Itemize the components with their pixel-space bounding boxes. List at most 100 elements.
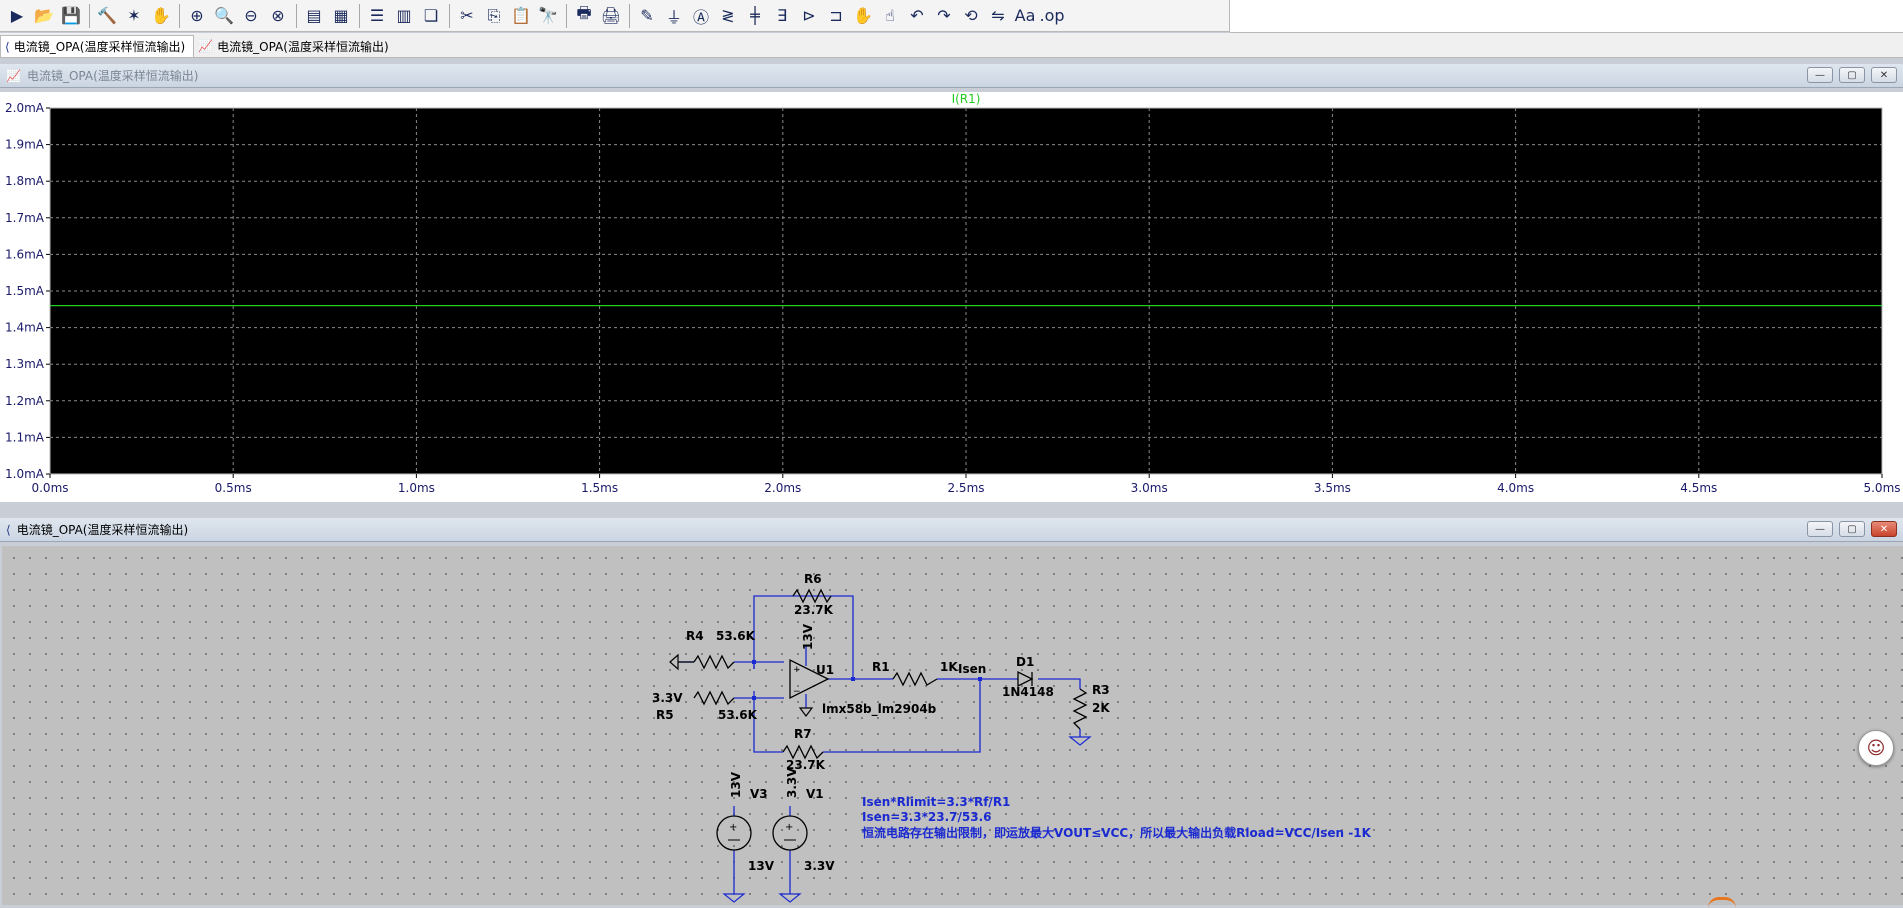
x-tick-label: 4.0ms xyxy=(1497,481,1534,495)
rotate-icon[interactable]: ⟲ xyxy=(958,3,984,29)
run-icon[interactable]: ▶ xyxy=(4,3,30,29)
tile-vertical-icon[interactable]: ▥ xyxy=(391,3,417,29)
toolbar-separator xyxy=(179,3,180,28)
y-tick-label: 1.3mA xyxy=(5,357,45,371)
drag-icon[interactable]: ☝ xyxy=(877,3,903,29)
d1-name: D1 xyxy=(1016,655,1034,669)
u1-name: U1 xyxy=(816,663,834,677)
maximize-button[interactable]: ▢ xyxy=(1839,67,1865,83)
control-panel-icon[interactable]: 🔨 xyxy=(94,3,120,29)
cascade-icon[interactable]: ❏ xyxy=(418,3,444,29)
undo-icon[interactable]: ↶ xyxy=(904,3,930,29)
toolbar-empty-area xyxy=(1230,0,1903,33)
cut-icon[interactable]: ✂ xyxy=(454,3,480,29)
spice-note[interactable]: Isen=3.3*23.7/53.6 xyxy=(862,810,991,824)
schematic-canvas[interactable]: + − + + R6 23.7K R4 53.6K 3.3V R5 53.6K … xyxy=(2,546,1903,905)
label-net-icon[interactable]: Ⓐ xyxy=(688,3,714,29)
print-icon[interactable]: 🖶 xyxy=(571,3,597,29)
pan-hand-icon[interactable]: ✋ xyxy=(148,3,174,29)
svg-text:−: − xyxy=(793,687,801,697)
v1-name: V1 xyxy=(806,787,824,801)
save-icon[interactable]: 💾 xyxy=(58,3,84,29)
ground-icon xyxy=(798,707,814,717)
draw-wire-icon[interactable]: ✎ xyxy=(634,3,660,29)
waveform-chart[interactable]: 0.0ms 0.5ms 1.0ms 1.5ms 2.0ms 2.5ms 3.0ms 3.5ms… xyxy=(0,92,1903,502)
text-icon[interactable]: Aa xyxy=(1012,3,1038,29)
r5-symbol xyxy=(693,690,735,706)
window-title: 电流镜_OPA(温度采样恒流输出) xyxy=(26,69,199,83)
close-button[interactable]: ✕ xyxy=(1871,67,1897,83)
autorange-icon[interactable]: ▤ xyxy=(301,3,327,29)
document-tab-strip: ⟨ 电流镜_OPA(温度采样恒流输出) 📈 电流镜_OPA(温度采样恒流输出) xyxy=(0,33,1903,58)
waveform-plot-pane[interactable]: 0.0ms 0.5ms 1.0ms 1.5ms 2.0ms 2.5ms 3.0ms 3.5ms… xyxy=(0,92,1903,502)
schematic-drawing[interactable]: + − + + R6 23.7K R4 53.6K 3.3V R5 53.6K … xyxy=(2,546,1903,905)
tab-waveform[interactable]: 📈 电流镜_OPA(温度采样恒流输出) xyxy=(194,35,396,57)
schematic-icon: ⟨ xyxy=(6,522,11,537)
capacitor-icon[interactable]: ╪ xyxy=(742,3,768,29)
schematic-window-titlebar[interactable]: ⟨ 电流镜_OPA(温度采样恒流输出) — ▢ ✕ xyxy=(0,518,1903,542)
r3-name: R3 xyxy=(1092,683,1110,697)
zoom-fit-icon[interactable]: ⊗ xyxy=(265,3,291,29)
inductor-icon[interactable]: ∃ xyxy=(769,3,795,29)
x-tick-label: 0.5ms xyxy=(215,481,252,495)
spice-note[interactable]: 恒流电路存在输出限制，即运放最大VOUT≤VCC，所以最大输出负载Rload=V… xyxy=(862,825,1372,840)
paste-icon[interactable]: 📋 xyxy=(508,3,534,29)
diode-d1-symbol[interactable] xyxy=(1017,670,1034,688)
toolbar-separator xyxy=(89,3,90,28)
toolbar-separator xyxy=(566,3,567,28)
copy-icon[interactable]: ⎘ xyxy=(481,3,507,29)
minimize-button[interactable]: — xyxy=(1807,521,1833,537)
grid-icon[interactable]: ▦ xyxy=(328,3,354,29)
move-icon[interactable]: ✋ xyxy=(850,3,876,29)
halt-icon[interactable]: ✶ xyxy=(121,3,147,29)
redo-icon[interactable]: ↷ xyxy=(931,3,957,29)
r1-symbol xyxy=(892,671,938,687)
maximize-button[interactable]: ▢ xyxy=(1839,521,1865,537)
x-tick-label: 1.0ms xyxy=(398,481,435,495)
print-preview-icon[interactable]: 🖨 xyxy=(598,3,624,29)
resistor-icon[interactable]: ≷ xyxy=(715,3,741,29)
net-isen-label: Isen xyxy=(958,662,986,676)
voltage-source-v1-symbol[interactable]: + xyxy=(772,815,808,851)
find-icon[interactable]: 🔭 xyxy=(535,3,561,29)
r4-value: 53.6K xyxy=(716,629,756,643)
waveform-icon: 📈 xyxy=(6,68,21,83)
mirror-icon[interactable]: ⇋ xyxy=(985,3,1011,29)
v1-net-label: 3.3V xyxy=(785,767,799,798)
schematic-icon: ⟨ xyxy=(5,39,10,54)
diode-icon[interactable]: ⊳ xyxy=(796,3,822,29)
input-voltage-label: 3.3V xyxy=(652,691,683,705)
zoom-in-icon[interactable]: ⊕ xyxy=(184,3,210,29)
r4-symbol xyxy=(693,654,735,670)
r5-value: 53.6K xyxy=(718,708,758,722)
toolbar-separator xyxy=(629,3,630,28)
x-tick-label: 1.5ms xyxy=(581,481,618,495)
close-button[interactable]: ✕ xyxy=(1871,521,1897,537)
x-tick-label: 3.5ms xyxy=(1314,481,1351,495)
v3-value: 13V xyxy=(748,859,775,873)
toolbar-separator xyxy=(449,3,450,28)
assistant-avatar[interactable]: ☺ xyxy=(1858,730,1894,766)
ground-icon[interactable]: ⏚ xyxy=(661,3,687,29)
waveform-window-titlebar[interactable]: 📈 电流镜_OPA(温度采样恒流输出) — ▢ ✕ xyxy=(0,64,1903,88)
trace-title[interactable]: I(R1) xyxy=(952,92,981,106)
spice-directive-icon[interactable]: .op xyxy=(1039,3,1065,29)
open-icon[interactable]: 📂 xyxy=(31,3,57,29)
zoom-area-icon[interactable]: 🔍 xyxy=(211,3,237,29)
tab-schematic[interactable]: ⟨ 电流镜_OPA(温度采样恒流输出) xyxy=(0,35,195,57)
u1-supply-label: 13V xyxy=(801,623,815,650)
voltage-source-v3-symbol[interactable]: + xyxy=(716,815,752,851)
y-tick-label: 1.2mA xyxy=(5,394,45,408)
ground-icon xyxy=(1068,736,1092,746)
waveform-icon: 📈 xyxy=(198,39,214,53)
y-tick-label: 1.6mA xyxy=(5,247,45,261)
x-tick-label: 4.5ms xyxy=(1680,481,1717,495)
tile-horizontal-icon[interactable]: ☰ xyxy=(364,3,390,29)
main-toolbar: ▶ 📂 💾 🔨 ✶ ✋ ⊕ 🔍 ⊖ ⊗ ▤ ▦ ☰ ▥ ❏ ✂ ⎘ 📋 🔭 🖶 🖨 ✎ ⏚ Ⓐ ≷ ╪ ∃ ⊳ ⊐ ✋ ☝ ↶ ↷ ⟲ ⇋ Aa .op xyxy=(0,0,1230,32)
minimize-button[interactable]: — xyxy=(1807,67,1833,83)
spice-note[interactable]: Isen*Rlimit=3.3*Rf/R1 xyxy=(862,795,1010,809)
component-icon[interactable]: ⊐ xyxy=(823,3,849,29)
r4-name: R4 xyxy=(686,629,704,643)
zoom-out-icon[interactable]: ⊖ xyxy=(238,3,264,29)
r1-value: 1K xyxy=(940,660,958,674)
